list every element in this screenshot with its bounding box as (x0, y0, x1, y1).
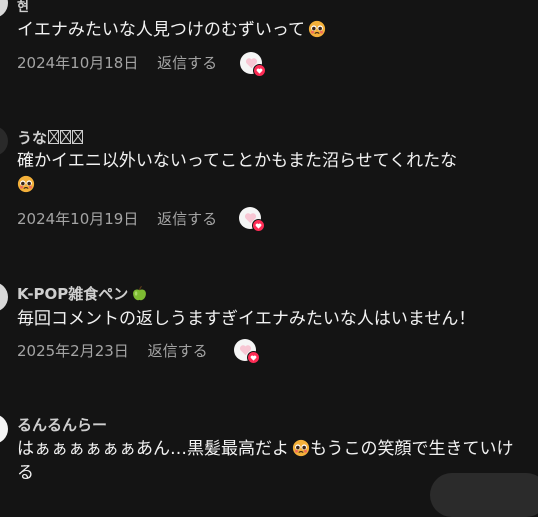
missing-glyph-icon (72, 130, 84, 144)
comment-author-name: K-POP雑食ペン (17, 285, 129, 303)
comment-author[interactable]: うな (17, 127, 84, 148)
comment-date: 2025年2月23日 (17, 342, 129, 360)
like-button[interactable] (240, 52, 266, 77)
comment-text: イエナみたいな人見つけのむずいって (17, 18, 527, 42)
comment-meta: 2024年10月19日 返信する (17, 208, 217, 229)
pleading-face-icon (17, 175, 35, 193)
reply-button[interactable]: 返信する (148, 340, 208, 361)
avatar[interactable] (0, 0, 8, 18)
missing-glyph-icon (48, 130, 60, 144)
reply-button[interactable]: 返信する (157, 52, 217, 73)
creator-like-badge (247, 351, 260, 364)
missing-glyph-icon (60, 130, 72, 144)
creator-like-badge (252, 219, 265, 232)
comment-meta: 2024年10月18日 返信する (17, 52, 217, 73)
comment-text-content: イエナみたいな人見つけのむずいって (17, 20, 305, 40)
pleading-face-icon (308, 20, 326, 38)
comment-date: 2024年10月18日 (17, 54, 139, 72)
floating-input-bar[interactable] (430, 473, 538, 517)
comment-author[interactable]: 현 (17, 0, 29, 15)
green-apple-icon (133, 285, 147, 301)
heart-icon (256, 68, 263, 74)
pleading-face-icon (292, 439, 310, 457)
comment-text: 確かイエニ以外いないってことかもまた沼らせてくれたな (17, 149, 527, 197)
comment-author-name: うな (17, 129, 48, 147)
avatar[interactable] (0, 414, 8, 444)
comment-text: 毎回コメントの返しうますぎイエナみたいな人はいません！ (17, 309, 476, 329)
comment-meta: 2025年2月23日 返信する (17, 340, 208, 361)
comment-author[interactable]: るんるんらー (17, 414, 107, 435)
comment-author[interactable]: K-POP雑食ペン (17, 283, 148, 304)
comment-date: 2024年10月19日 (17, 210, 139, 228)
creator-like-badge (253, 64, 266, 77)
like-button[interactable] (234, 339, 260, 364)
heart-icon (250, 355, 257, 361)
comment-text-content: はぁぁぁぁぁぁあん…黒髪最高だよ (17, 439, 289, 459)
like-button[interactable] (239, 207, 265, 232)
heart-icon (255, 223, 262, 229)
reply-button[interactable]: 返信する (157, 208, 217, 229)
avatar[interactable] (0, 282, 8, 312)
avatar[interactable] (0, 126, 8, 156)
comment-text-content: 確かイエニ以外いないってことかもまた沼らせてくれたな (17, 151, 458, 171)
